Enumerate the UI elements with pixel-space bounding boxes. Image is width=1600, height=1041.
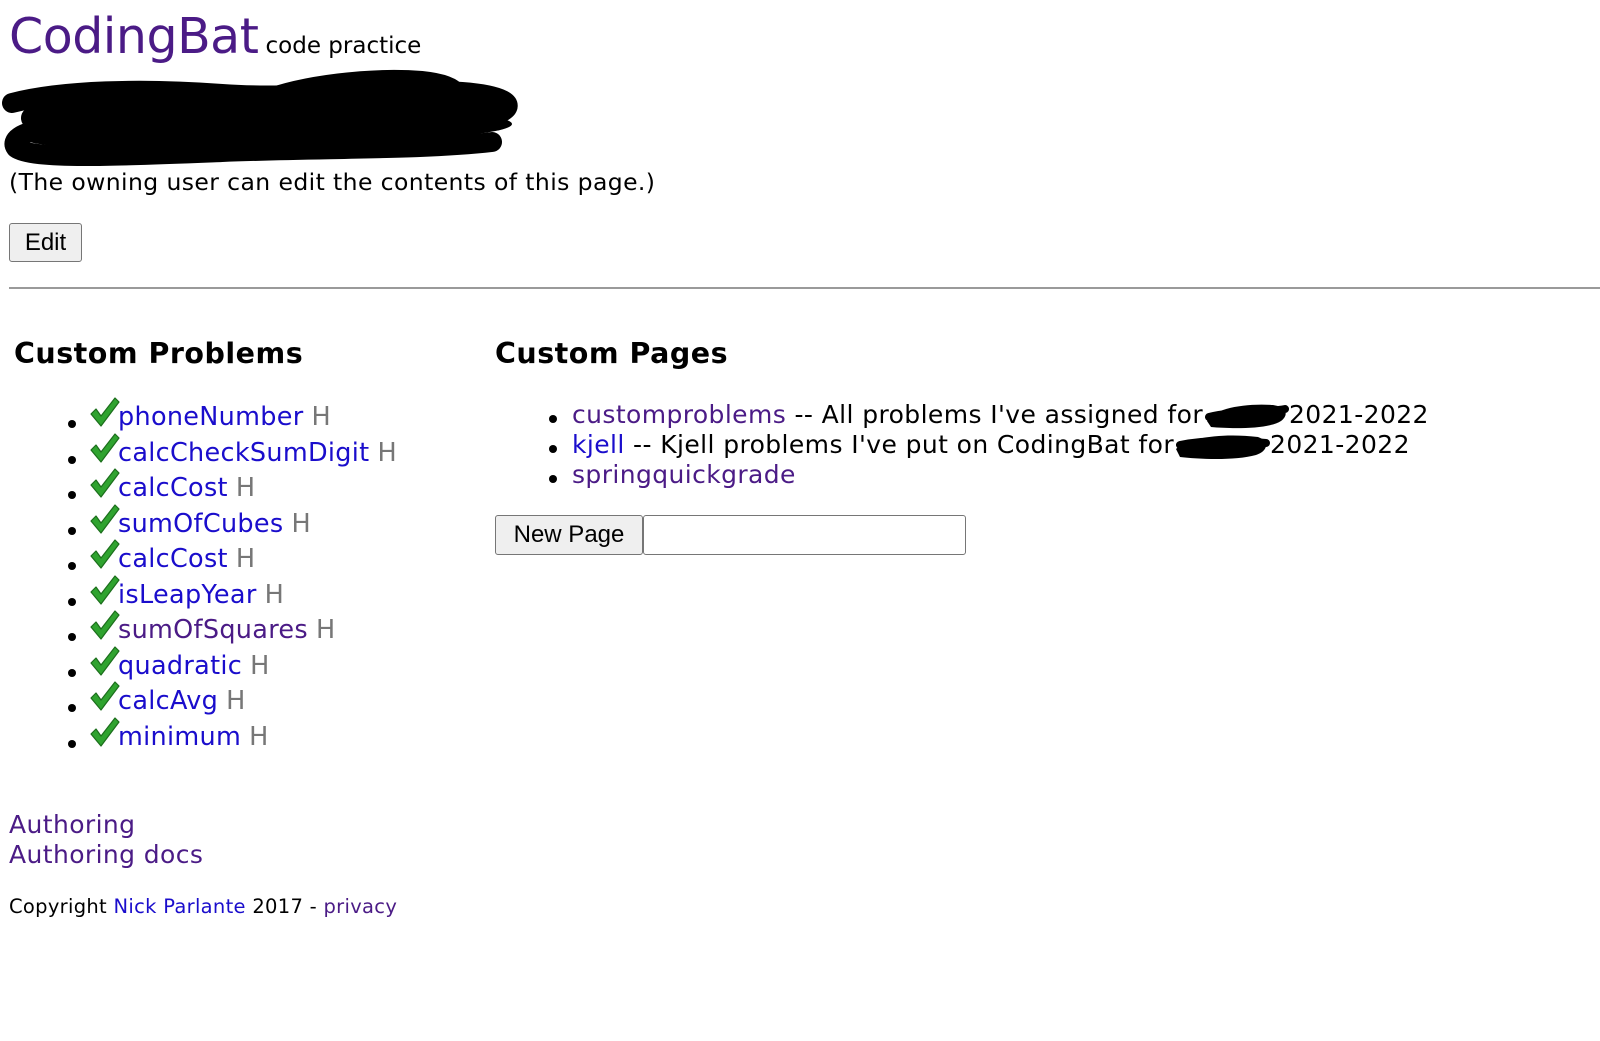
bullet-icon bbox=[68, 597, 76, 606]
check-icon bbox=[90, 681, 120, 711]
problem-marker: H bbox=[226, 686, 246, 716]
problem-marker: H bbox=[377, 437, 397, 468]
check-icon bbox=[90, 503, 120, 534]
edit-button[interactable]: Edit bbox=[9, 223, 82, 262]
problem-link[interactable]: phoneNumber bbox=[118, 402, 304, 432]
page-description-suffix: 2021-2022 bbox=[1270, 430, 1410, 459]
site-tagline: code practice bbox=[265, 33, 422, 59]
page-description: -- Kjell problems I've put on CodingBat … bbox=[624, 430, 1175, 459]
footer-links: Authoring Authoring docs bbox=[9, 810, 203, 870]
bullet-icon bbox=[68, 704, 76, 712]
check-icon bbox=[90, 432, 120, 463]
bullet-icon bbox=[68, 562, 76, 570]
authoring-docs-link[interactable]: Authoring docs bbox=[9, 840, 203, 870]
privacy-link[interactable]: privacy bbox=[324, 895, 398, 918]
problem-marker: H bbox=[264, 579, 285, 610]
problem-marker: H bbox=[235, 473, 256, 503]
check-icon bbox=[90, 468, 120, 498]
problem-marker: H bbox=[311, 402, 332, 432]
check-icon bbox=[90, 539, 120, 569]
page-description-suffix: 2021-2022 bbox=[1289, 400, 1429, 429]
new-page-button[interactable]: New Page bbox=[495, 515, 643, 555]
redaction-scribble bbox=[1205, 404, 1289, 429]
bullet-icon bbox=[68, 420, 76, 428]
bullet-icon bbox=[549, 475, 557, 483]
copyright-prefix: Copyright bbox=[9, 895, 107, 918]
authoring-link[interactable]: Authoring bbox=[9, 810, 203, 840]
problem-link[interactable]: quadratic bbox=[118, 651, 242, 681]
problem-link[interactable]: calcCost bbox=[118, 544, 228, 574]
problem-link[interactable]: sumOfSquares bbox=[118, 615, 308, 645]
custom-pages-heading: Custom Pages bbox=[495, 337, 729, 370]
problem-marker: H bbox=[316, 615, 336, 645]
bullet-icon bbox=[68, 526, 76, 535]
page-link[interactable]: kjell bbox=[572, 430, 625, 459]
problem-link[interactable]: sumOfCubes bbox=[118, 509, 283, 539]
check-icon bbox=[90, 397, 120, 427]
copyright-year: 2017 - bbox=[252, 895, 317, 918]
page-description: -- All problems I've assigned for bbox=[786, 400, 1203, 429]
brand-logo-link[interactable]: CodingBat bbox=[9, 8, 259, 65]
check-icon bbox=[90, 716, 120, 747]
bullet-icon bbox=[549, 415, 557, 423]
page-link[interactable]: springquickgrade bbox=[572, 460, 796, 489]
page-link[interactable]: customproblems bbox=[572, 400, 786, 429]
problem-link[interactable]: minimum bbox=[118, 722, 241, 752]
owner-note: (The owning user can edit the contents o… bbox=[9, 168, 656, 196]
problem-marker: H bbox=[291, 508, 311, 539]
horizontal-divider bbox=[9, 287, 1600, 289]
problem-link[interactable]: calcCost bbox=[118, 473, 228, 503]
problem-marker: H bbox=[249, 721, 269, 752]
author-link[interactable]: Nick Parlante bbox=[113, 895, 245, 918]
custom-problems-heading: Custom Problems bbox=[14, 337, 304, 370]
problem-marker: H bbox=[250, 650, 270, 681]
problem-marker: H bbox=[235, 544, 256, 574]
redaction-scribble bbox=[1176, 435, 1271, 459]
bullet-icon bbox=[68, 491, 76, 499]
problem-link[interactable]: isLeapYear bbox=[118, 580, 257, 610]
check-icon bbox=[90, 645, 120, 676]
bullet-icon bbox=[68, 455, 76, 464]
bullet-icon bbox=[68, 668, 76, 677]
bullet-icon bbox=[68, 739, 76, 748]
site-header: CodingBat code practice bbox=[9, 8, 421, 65]
redacted-page-title bbox=[2, 69, 518, 166]
problem-link[interactable]: calcCheckSumDigit bbox=[118, 438, 369, 468]
problem-link[interactable]: calcAvg bbox=[118, 686, 218, 716]
new-page-name-input[interactable] bbox=[643, 515, 966, 555]
check-icon bbox=[90, 574, 120, 605]
copyright-line: Copyright Nick Parlante 2017 - privacy bbox=[9, 895, 397, 918]
bullet-icon bbox=[549, 445, 557, 453]
check-icon bbox=[90, 610, 120, 640]
bullet-icon bbox=[68, 633, 76, 641]
